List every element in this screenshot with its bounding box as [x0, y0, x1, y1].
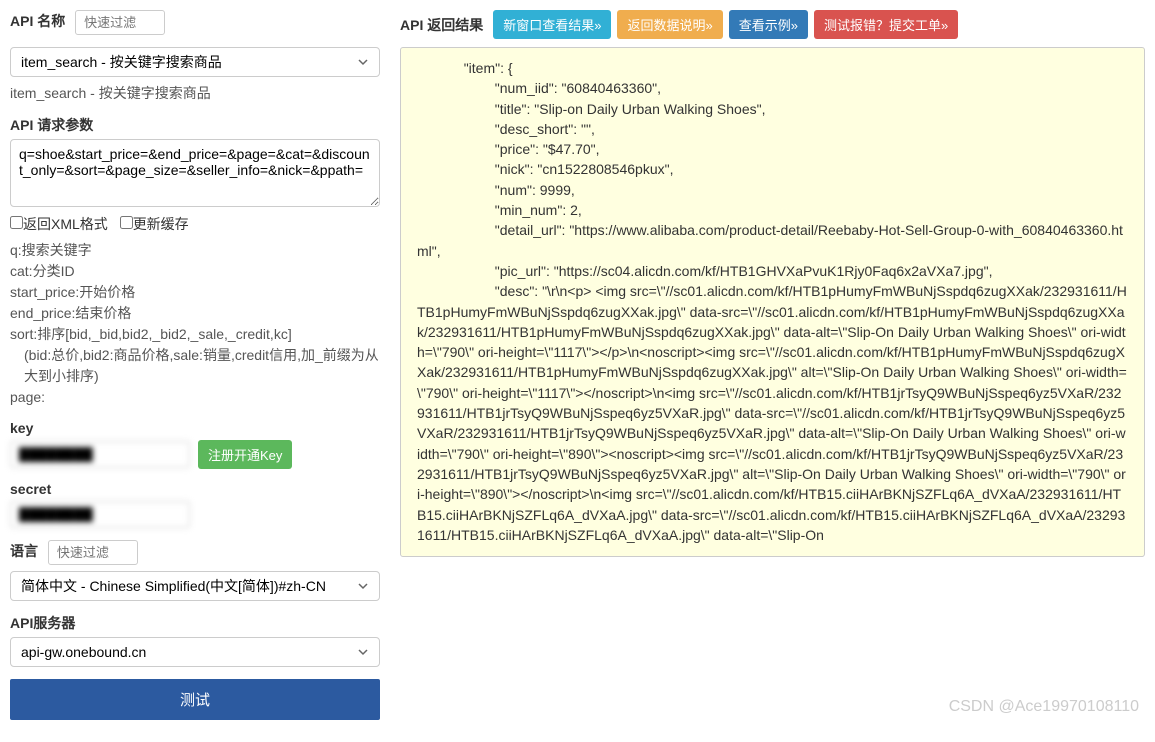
test-button[interactable]: 测试	[10, 679, 380, 720]
request-params-textarea[interactable]	[10, 139, 380, 207]
data-desc-button[interactable]: 返回数据说明»	[617, 10, 722, 39]
server-label: API服务器	[10, 613, 75, 633]
language-filter-input[interactable]	[48, 540, 138, 565]
result-label: API 返回结果	[400, 15, 483, 35]
server-select[interactable]: api-gw.onebound.cn	[10, 637, 380, 667]
language-select[interactable]: 简体中文 - Chinese Simplified(中文[简体])#zh-CN	[10, 571, 380, 601]
xml-checkbox[interactable]	[10, 216, 23, 229]
api-name-subtext: item_search - 按关键字搜索商品	[10, 83, 380, 103]
left-panel: API 名称 item_search - 按关键字搜索商品 item_searc…	[10, 10, 380, 732]
api-name-select[interactable]: item_search - 按关键字搜索商品	[10, 47, 380, 77]
result-content[interactable]: "item": { "num_iid": "60840463360", "tit…	[401, 48, 1144, 556]
new-window-button[interactable]: 新窗口查看结果»	[493, 10, 611, 39]
report-bug-button[interactable]: 测试报错？提交工单»	[814, 10, 958, 39]
secret-label: secret	[10, 481, 51, 497]
request-params-label: API 请求参数	[10, 115, 93, 135]
xml-checkbox-label[interactable]: 返回XML格式	[10, 216, 108, 232]
language-label: 语言	[10, 541, 38, 561]
key-label: key	[10, 420, 33, 436]
cache-checkbox[interactable]	[120, 216, 133, 229]
right-panel: API 返回结果 新窗口查看结果» 返回数据说明» 查看示例» 测试报错？提交工…	[400, 10, 1145, 732]
register-key-button[interactable]: 注册开通Key	[198, 440, 292, 469]
api-name-label: API 名称	[10, 11, 65, 31]
result-box: "item": { "num_iid": "60840463360", "tit…	[400, 47, 1145, 557]
api-name-filter-input[interactable]	[75, 10, 165, 35]
param-docs: q:搜索关键字 cat:分类ID start_price:开始价格 end_pr…	[10, 240, 380, 408]
cache-checkbox-label[interactable]: 更新缓存	[120, 216, 189, 232]
key-input[interactable]	[10, 441, 190, 468]
secret-input[interactable]	[10, 501, 190, 528]
example-button[interactable]: 查看示例»	[729, 10, 808, 39]
